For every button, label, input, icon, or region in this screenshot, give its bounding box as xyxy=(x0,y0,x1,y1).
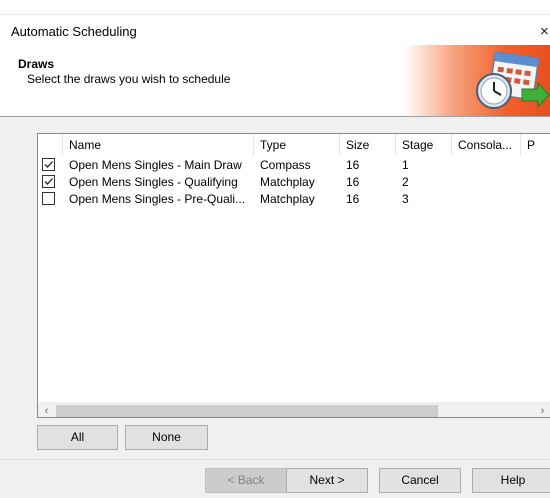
column-header-type[interactable]: Type xyxy=(254,134,340,156)
row-checkbox[interactable] xyxy=(42,192,55,205)
cell-name: Open Mens Singles - Main Draw xyxy=(69,158,242,172)
table-row[interactable]: Open Mens Singles - Qualifying Matchplay… xyxy=(38,174,550,190)
column-header-name[interactable]: Name xyxy=(63,134,254,156)
column-header-check[interactable] xyxy=(38,134,63,156)
cell-type: Matchplay xyxy=(260,175,315,189)
row-checkbox[interactable] xyxy=(42,175,55,188)
close-icon[interactable]: × xyxy=(540,23,549,40)
column-header-p[interactable]: P xyxy=(521,134,550,156)
select-all-button[interactable]: All xyxy=(37,425,118,450)
back-button[interactable]: < Back xyxy=(205,468,287,493)
column-header-size[interactable]: Size xyxy=(340,134,396,156)
scroll-right-icon[interactable]: › xyxy=(534,403,550,417)
cell-stage: 3 xyxy=(402,192,409,206)
wizard-header: Draws Select the draws you wish to sched… xyxy=(0,45,550,116)
next-button[interactable]: Next > xyxy=(286,468,368,493)
cell-stage: 1 xyxy=(402,158,409,172)
help-button[interactable]: Help xyxy=(472,468,550,493)
select-none-button[interactable]: None xyxy=(125,425,208,450)
cell-name: Open Mens Singles - Qualifying xyxy=(69,175,238,189)
draws-list[interactable]: Name Type Size Stage Consola... P Open M… xyxy=(37,133,550,418)
wizard-footer: < Back Next > Cancel Help xyxy=(0,459,550,498)
cell-size: 16 xyxy=(346,192,360,206)
page-title: Draws xyxy=(18,57,55,71)
scrollbar-thumb[interactable] xyxy=(56,405,438,417)
cancel-button[interactable]: Cancel xyxy=(379,468,461,493)
cell-size: 16 xyxy=(346,158,360,172)
header-banner xyxy=(404,45,550,116)
cell-type: Compass xyxy=(260,158,311,172)
table-row[interactable]: Open Mens Singles - Pre-Quali... Matchpl… xyxy=(38,191,550,207)
cell-size: 16 xyxy=(346,175,360,189)
window-title: Automatic Scheduling xyxy=(11,24,137,39)
column-header-consolation[interactable]: Consola... xyxy=(452,134,521,156)
page-subtitle: Select the draws you wish to schedule xyxy=(27,72,231,86)
column-header-stage[interactable]: Stage xyxy=(396,134,452,156)
horizontal-scrollbar[interactable]: ‹ › xyxy=(38,402,550,417)
cell-name: Open Mens Singles - Pre-Quali... xyxy=(69,192,246,206)
cell-stage: 2 xyxy=(402,175,409,189)
list-header: Name Type Size Stage Consola... P xyxy=(38,134,550,156)
cell-type: Matchplay xyxy=(260,192,315,206)
title-bar: Automatic Scheduling × xyxy=(0,15,550,45)
row-checkbox[interactable] xyxy=(42,158,55,171)
table-row[interactable]: Open Mens Singles - Main Draw Compass 16… xyxy=(38,157,550,173)
wizard-body: Name Type Size Stage Consola... P Open M… xyxy=(0,117,550,459)
scroll-left-icon[interactable]: ‹ xyxy=(38,403,55,417)
